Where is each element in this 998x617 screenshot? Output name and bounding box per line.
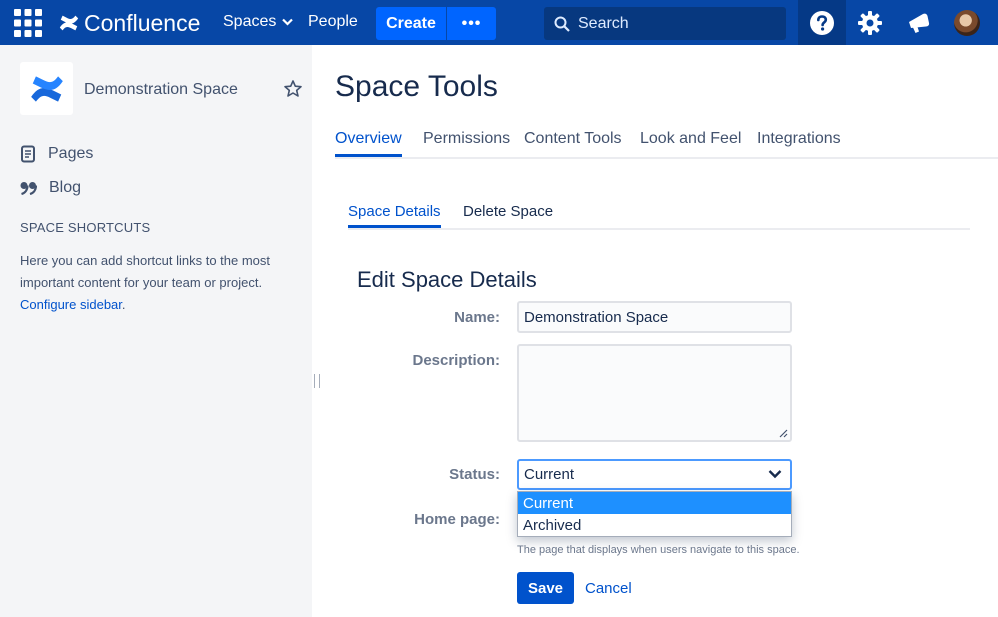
configure-sidebar-suffix: .: [121, 297, 126, 312]
nav-spaces-label: Spaces: [223, 13, 277, 30]
sidebar-item-pages[interactable]: Pages: [20, 145, 93, 163]
description-field[interactable]: [517, 344, 792, 442]
tab-look-and-feel[interactable]: Look and Feel: [640, 130, 741, 154]
space-logo[interactable]: [20, 62, 73, 115]
tab-permissions[interactable]: Permissions: [423, 130, 510, 154]
space-shortcuts-heading: SPACE SHORTCUTS: [20, 220, 151, 235]
chevron-down-icon: [282, 18, 294, 26]
create-more-button[interactable]: •••: [447, 7, 496, 40]
nav-spaces-menu[interactable]: Spaces: [223, 13, 294, 31]
name-label: Name:: [454, 309, 500, 326]
notifications-button[interactable]: [903, 9, 935, 37]
space-tools-tabs: Overview Permissions Content Tools Look …: [335, 130, 998, 159]
name-field[interactable]: Demonstration Space: [517, 301, 792, 333]
sidebar-item-label: Blog: [49, 179, 82, 196]
description-label: Description:: [412, 352, 500, 369]
quote-icon: [20, 182, 37, 195]
status-label: Status:: [449, 466, 500, 483]
resize-grip-icon[interactable]: [778, 428, 788, 438]
user-avatar[interactable]: [954, 10, 980, 36]
chevron-down-icon: [768, 470, 782, 479]
confluence-space-logo-icon: [30, 75, 63, 102]
cancel-link[interactable]: Cancel: [585, 580, 632, 597]
gear-icon: [858, 11, 882, 35]
confluence-logo-icon: [59, 15, 79, 31]
nav-people-link[interactable]: People: [308, 13, 358, 31]
megaphone-icon: [909, 13, 930, 33]
search-icon: [554, 16, 570, 32]
create-button[interactable]: Create: [376, 7, 446, 40]
star-icon[interactable]: [283, 79, 303, 99]
space-shortcuts-description: Here you can add shortcut links to the m…: [20, 253, 271, 290]
search-input[interactable]: Search: [544, 7, 786, 40]
status-option-current[interactable]: Current: [518, 492, 791, 514]
help-button[interactable]: [798, 0, 846, 45]
configure-sidebar-link[interactable]: Configure sidebar: [20, 297, 122, 312]
page-title: Space Tools: [335, 70, 498, 103]
save-button[interactable]: Save: [517, 572, 574, 604]
homepage-help-text: The page that displays when users naviga…: [517, 544, 800, 556]
sidebar-item-blog[interactable]: Blog: [20, 179, 81, 197]
space-name[interactable]: Demonstration Space: [84, 81, 238, 99]
status-selected-value: Current: [524, 466, 575, 483]
tab-content-tools[interactable]: Content Tools: [524, 130, 622, 154]
confluence-logo[interactable]: Confluence: [58, 9, 200, 37]
tab-overview[interactable]: Overview: [335, 130, 402, 157]
help-icon: [810, 10, 834, 35]
overview-subtabs: Space Details Delete Space: [348, 203, 970, 230]
name-field-value: Demonstration Space: [524, 308, 669, 326]
sidebar-resize-handle[interactable]: [314, 374, 320, 388]
settings-button[interactable]: [854, 9, 886, 37]
sidebar-item-label: Pages: [48, 145, 94, 162]
status-dropdown: Current Archived: [517, 491, 792, 537]
subtab-delete-space[interactable]: Delete Space: [463, 203, 553, 225]
subtab-space-details[interactable]: Space Details: [348, 203, 441, 228]
tab-integrations[interactable]: Integrations: [757, 130, 841, 154]
status-option-archived[interactable]: Archived: [518, 514, 791, 536]
logo-text: Confluence: [84, 9, 201, 36]
homepage-label: Home page:: [414, 511, 500, 528]
form-heading: Edit Space Details: [357, 267, 537, 292]
search-placeholder: Search: [578, 14, 629, 32]
app-switcher-icon[interactable]: [14, 9, 42, 37]
page-icon: [21, 145, 35, 163]
space-shortcuts-text: Here you can add shortcut links to the m…: [20, 250, 290, 316]
space-sidebar: Demonstration Space Pages Blog SPACE SHO…: [0, 45, 312, 617]
status-select[interactable]: Current: [517, 459, 792, 490]
top-navigation: Confluence Spaces People Create ••• Sear…: [0, 0, 998, 45]
